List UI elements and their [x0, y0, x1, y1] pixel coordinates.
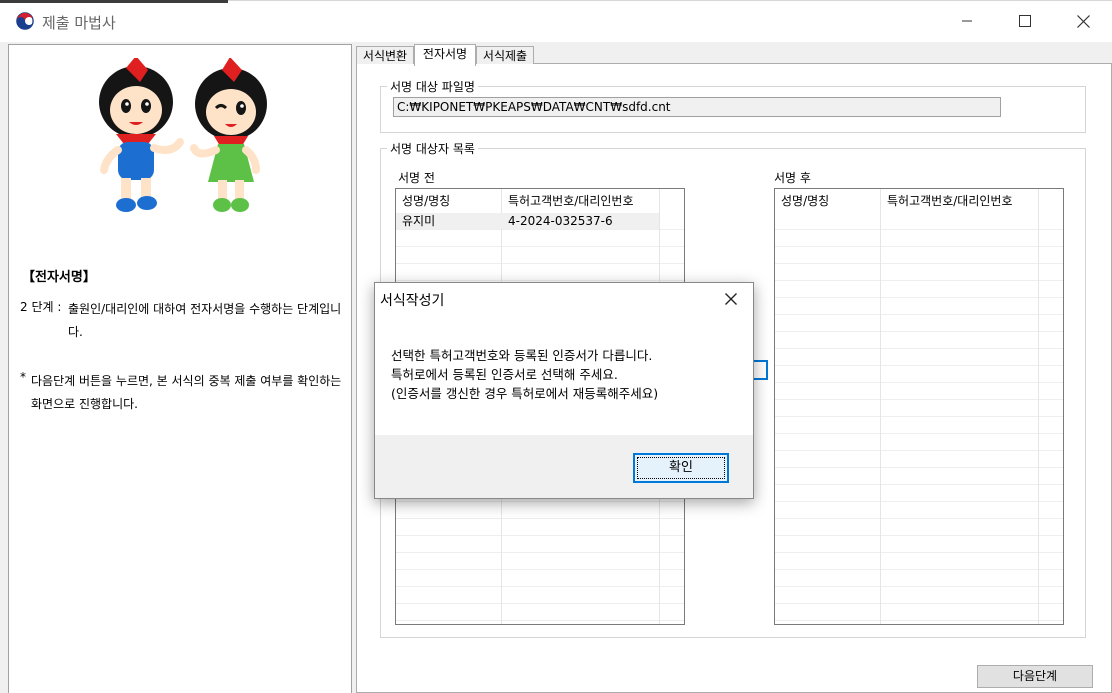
section-title: 【전자서명】 [22, 270, 96, 285]
close-icon [1076, 14, 1090, 28]
kipo-mascots-illustration [99, 58, 267, 212]
signer-group-title: 서명 대상자 목록 [387, 140, 478, 157]
step-description: 출원인/대리인에 대하여 전자서명을 수행하는 단계입니다. [68, 302, 342, 339]
dialog-close-button[interactable] [717, 287, 745, 311]
close-icon [725, 293, 737, 305]
dialog-message-line: 선택한 특허고객번호와 등록된 인증서가 다릅니다. [391, 348, 653, 363]
signer-number-cell: 4-2024-032537-6 [508, 214, 613, 228]
before-sign-label: 서명 전 [398, 171, 435, 185]
after-col-name-header[interactable]: 성명/명칭 [775, 189, 881, 213]
dialog-message-line: (인증서를 갱신한 경우 특허로에서 재등록해주세요) [391, 386, 659, 401]
before-col-number-header[interactable]: 특허고객번호/대리인번호 [502, 189, 660, 213]
after-list-col-divider [880, 189, 881, 624]
background-window-strip [0, 0, 228, 3]
focus-ring [637, 457, 725, 479]
minimize-button[interactable] [944, 6, 990, 36]
dialog-message: 선택한 특허고객번호와 등록된 인증서가 다릅니다. 특허로에서 등록된 인증서… [391, 346, 741, 403]
taegeuk-logo-icon [16, 12, 34, 30]
note-description: 다음단계 버튼을 누르면, 본 서식의 중복 제출 여부를 확인하는 화면으로 … [31, 374, 342, 411]
window-close-button[interactable] [1060, 6, 1106, 36]
error-dialog: 서식작성기 선택한 특허고객번호와 등록된 인증서가 다릅니다. 특허로에서 등… [374, 282, 754, 499]
background-window-edge [228, 0, 1112, 1]
dialog-message-line: 특허로에서 등록된 인증서로 선택해 주세요. [391, 367, 618, 382]
mascot-girl [190, 58, 267, 212]
tab-form-submission[interactable]: 서식제출 [476, 46, 534, 64]
note-bullet: * [20, 370, 26, 384]
dialog-title: 서식작성기 [380, 293, 445, 309]
target-file-path-field: C:₩KIPONET₩PKEAPS₩DATA₩CNT₩sdfd.cnt [393, 97, 1001, 117]
window-title: 제출 마법사 [42, 14, 116, 32]
window-titlebar: 제출 마법사 [0, 0, 1112, 42]
after-list-rows [775, 213, 1063, 624]
after-list-col-divider [1038, 189, 1039, 624]
tab-digital-signature[interactable]: 전자서명 [414, 44, 476, 66]
maximize-button[interactable] [1002, 6, 1048, 36]
next-step-button[interactable]: 다음단계 [977, 665, 1093, 688]
minimize-icon [962, 20, 972, 22]
after-sign-label: 서명 후 [774, 171, 811, 185]
file-group-title: 서명 대상 파일명 [387, 78, 478, 95]
mascot-boy [99, 58, 184, 212]
before-col-name-header[interactable]: 성명/명칭 [396, 189, 502, 213]
after-sign-list[interactable]: 성명/명칭 특허고객번호/대리인번호 [774, 188, 1064, 625]
tab-form-conversion[interactable]: 서식변환 [356, 46, 414, 64]
maximize-icon [1019, 15, 1031, 27]
signer-name-cell: 유지미 [402, 214, 436, 228]
move-signer-button[interactable] [752, 360, 768, 380]
step-label: 2 단계 : [20, 300, 62, 314]
after-col-number-header[interactable]: 특허고객번호/대리인번호 [881, 189, 1039, 213]
ok-button[interactable]: 확인 [633, 453, 729, 483]
